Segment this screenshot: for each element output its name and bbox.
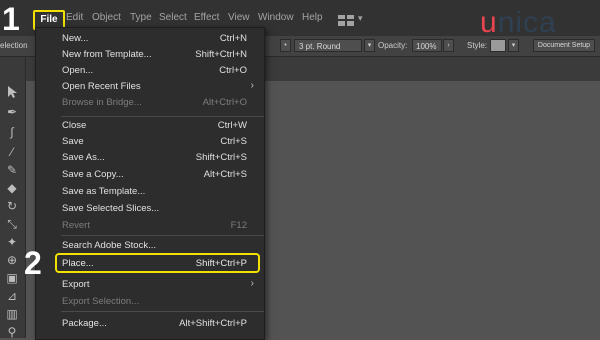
line-tool-icon[interactable]: ⁄ — [4, 145, 20, 159]
unica-logo: unica — [480, 6, 557, 39]
menu-item-search-adobe-stock[interactable]: Search Adobe Stock... — [36, 238, 264, 254]
menu-divider — [61, 116, 264, 117]
menu-item-save-as-template[interactable]: Save as Template... — [36, 184, 264, 200]
menu-item-save-a-copy[interactable]: Save a Copy... Alt+Ctrl+S — [36, 167, 264, 183]
selection-label: election — [0, 41, 28, 50]
eraser-tool-icon[interactable]: ◆ — [4, 181, 20, 195]
menu-window[interactable]: Window — [258, 12, 294, 23]
menu-select[interactable]: Select — [159, 12, 187, 23]
menu-item-export-selection: Export Selection... — [62, 296, 140, 307]
dot-marker-icon: • — [280, 39, 291, 52]
menu-item-save[interactable]: Save Ctrl+S — [36, 134, 264, 150]
puppet-warp-tool-icon[interactable]: ✦ — [4, 235, 20, 249]
opacity-label: Opacity: — [378, 41, 408, 50]
menu-item-open-recent-files[interactable]: Open Recent Files › — [36, 79, 264, 95]
menu-view[interactable]: View — [228, 12, 250, 23]
menu-item-new-from-template[interactable]: New from Template... Shift+Ctrl+N — [36, 47, 264, 63]
menu-edit[interactable]: Edit — [66, 12, 83, 23]
menu-item-close[interactable]: Close Ctrl+W — [36, 118, 264, 134]
menu-divider — [61, 235, 264, 236]
tools-panel: ✒ ∫ ⁄ ✎ ◆ ↻ ⤡ ✦ ⊕ ▣ ⊿ ▥ ⚲ — [0, 57, 26, 339]
step-number-2: 2 — [24, 245, 42, 281]
menu-item-export[interactable]: Export › — [36, 277, 264, 293]
scale-tool-icon[interactable]: ⤡ — [4, 217, 20, 231]
menu-item-save-selected-slices[interactable]: Save Selected Slices... — [36, 201, 264, 217]
selection-tool-icon[interactable] — [4, 85, 20, 99]
graph-tool-icon[interactable]: ▥ — [4, 307, 20, 321]
rotate-tool-icon[interactable]: ↻ — [4, 199, 20, 213]
stroke-profile-select[interactable]: 3 pt. Round — [294, 39, 362, 52]
style-label: Style: — [467, 41, 488, 50]
menu-object[interactable]: Object — [92, 12, 121, 23]
pen-tool-icon[interactable]: ✒ — [4, 105, 20, 119]
submenu-arrow-icon: › — [250, 80, 254, 91]
menu-help[interactable]: Help — [302, 12, 323, 23]
menu-item-browse-in-bridge: Browse in Bridge... Alt+Ctrl+O — [62, 97, 247, 108]
menu-divider — [61, 311, 264, 312]
submenu-arrow-icon: › — [250, 278, 254, 289]
menu-item-new[interactable]: New... Ctrl+N — [36, 31, 264, 47]
eyedropper-tool-icon[interactable]: ⊿ — [4, 289, 20, 303]
chevron-down-icon[interactable]: ▾ — [358, 13, 363, 24]
shape-builder-tool-icon[interactable]: ⊕ — [4, 253, 20, 267]
chevron-down-icon[interactable]: ▾ — [508, 39, 519, 52]
menu-item-revert: Revert F12 — [62, 220, 247, 231]
brush-tool-icon[interactable]: ✎ — [4, 163, 20, 177]
menu-item-place[interactable]: Place... Shift+Ctrl+P — [55, 253, 260, 273]
menu-item-package[interactable]: Package... Alt+Shift+Ctrl+P — [36, 316, 264, 332]
document-setup-button[interactable]: Document Setup — [533, 39, 595, 52]
workspace-grid-icon[interactable] — [338, 13, 354, 31]
menu-effect[interactable]: Effect — [194, 12, 219, 23]
chevron-right-icon[interactable]: › — [443, 39, 454, 52]
opacity-input[interactable]: 100% — [412, 39, 442, 52]
menu-item-open[interactable]: Open... Ctrl+O — [36, 63, 264, 79]
chevron-down-icon[interactable]: ▾ — [364, 39, 375, 52]
menu-item-save-as[interactable]: Save As... Shift+Ctrl+S — [36, 150, 264, 166]
zoom-tool-icon[interactable]: ⚲ — [4, 325, 20, 339]
gradient-tool-icon[interactable]: ▣ — [4, 271, 20, 285]
step-number-1: 1 — [2, 1, 20, 37]
file-menu-dropdown: New... Ctrl+N New from Template... Shift+C… — [35, 27, 265, 340]
menu-type[interactable]: Type — [130, 12, 152, 23]
style-swatch[interactable] — [490, 39, 506, 52]
curvature-tool-icon[interactable]: ∫ — [4, 125, 20, 139]
